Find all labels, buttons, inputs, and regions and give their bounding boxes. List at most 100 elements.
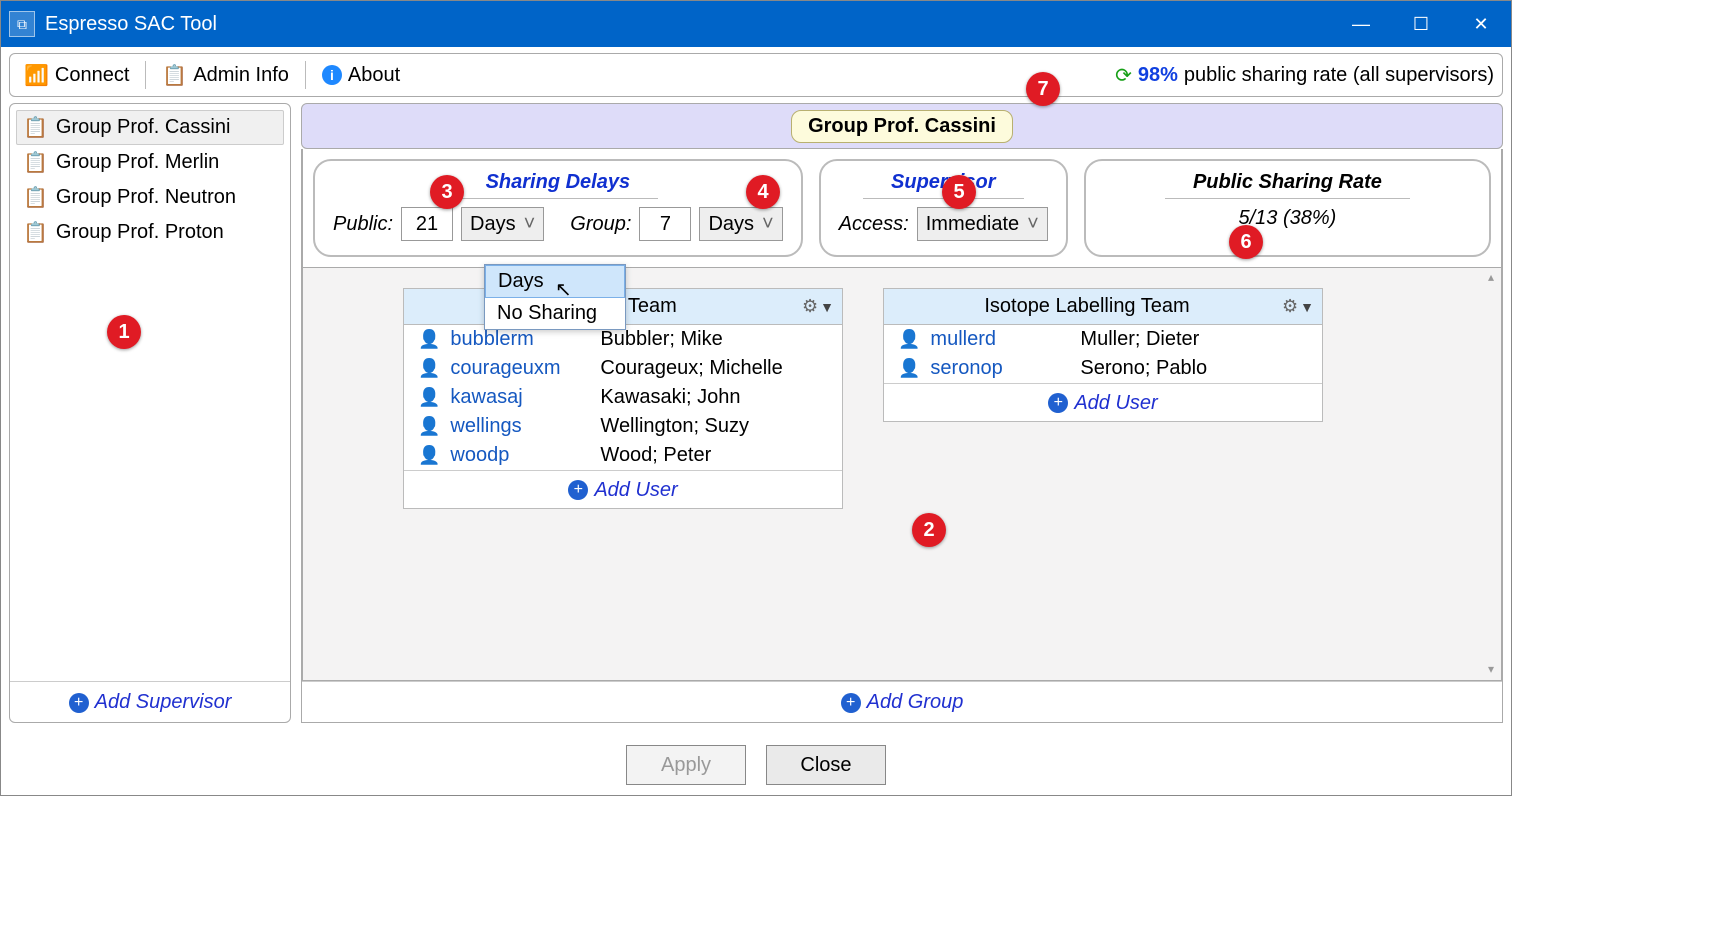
callout-1: 1	[107, 315, 141, 349]
user-row[interactable]: 👤kawasajKawasaki; John	[404, 383, 842, 412]
supervisor-list: 📋 Group Prof. Cassini 📋 Group Prof. Merl…	[10, 104, 290, 681]
sharing-delays-legend: Sharing Delays	[458, 171, 659, 199]
sidebar-item-merlin[interactable]: 📋 Group Prof. Merlin	[16, 145, 284, 180]
access-label: Access:	[839, 213, 909, 236]
sidebar-item-neutron[interactable]: 📋 Group Prof. Neutron	[16, 180, 284, 215]
scroll-up-icon[interactable]: ▴	[1483, 270, 1499, 286]
team-footer: + Add User	[884, 383, 1322, 421]
user-icon: 👤	[418, 387, 440, 408]
plus-icon: +	[841, 693, 861, 713]
callout-6: 6	[1229, 225, 1263, 259]
clipboard-icon: 📋	[162, 63, 187, 88]
user-full: Muller; Dieter	[1080, 328, 1199, 351]
dialog-buttons: Apply Close	[1, 731, 1511, 795]
add-user-button[interactable]: + Add User	[1048, 392, 1157, 415]
supervisor-fieldset: Supervisor Access: Immediate	[819, 159, 1068, 257]
public-delay-input[interactable]	[401, 207, 453, 241]
maximize-button[interactable]: ☐	[1391, 1, 1451, 47]
admin-label: Admin Info	[193, 64, 289, 87]
apply-button[interactable]: Apply	[626, 745, 746, 785]
sidebar-item-proton[interactable]: 📋 Group Prof. Proton	[16, 215, 284, 250]
app-window: ⧉ Espresso SAC Tool — ☐ ✕ 📶 Connect 📋 Ad…	[0, 0, 1512, 796]
teams-area: Research Team ⚙ ▼ 👤bubblermBubbler; Mike…	[302, 267, 1502, 681]
refresh-icon[interactable]: ⟳	[1115, 63, 1132, 88]
callout-2: 2	[912, 513, 946, 547]
sharing-rate-pct: 98%	[1138, 64, 1178, 87]
group-label: Group:	[570, 213, 631, 236]
public-label: Public:	[333, 213, 393, 236]
gear-icon[interactable]: ⚙	[1282, 296, 1298, 317]
access-value: Immediate	[926, 213, 1019, 236]
group-delay-input[interactable]	[639, 207, 691, 241]
separator	[305, 61, 306, 89]
admin-info-button[interactable]: 📋 Admin Info	[156, 61, 295, 90]
group-unit-combo[interactable]: Days	[699, 207, 782, 241]
about-button[interactable]: i About	[316, 62, 406, 89]
connect-button[interactable]: 📶 Connect	[18, 61, 135, 90]
connect-label: Connect	[55, 64, 130, 87]
sharing-delays-fieldset: Sharing Delays Public: Days Group: Days	[313, 159, 803, 257]
team-header: Isotope Labelling Team ⚙ ▼	[884, 289, 1322, 325]
app-title: Espresso SAC Tool	[45, 13, 1331, 36]
user-id: woodp	[450, 444, 590, 467]
user-icon: 👤	[898, 358, 920, 379]
user-id: wellings	[450, 415, 590, 438]
user-icon: 👤	[418, 358, 440, 379]
user-row[interactable]: 👤 mullerd Muller; Dieter	[884, 325, 1322, 354]
add-user-button[interactable]: +Add User	[568, 479, 677, 502]
scrollbar[interactable]: ▴▾	[1483, 270, 1499, 678]
about-label: About	[348, 64, 400, 87]
dropdown-option-days[interactable]: Days	[485, 265, 625, 298]
add-user-label: Add User	[594, 479, 677, 502]
user-row[interactable]: 👤woodpWood; Peter	[404, 441, 842, 470]
user-id: courageuxm	[450, 357, 590, 380]
add-group-button[interactable]: + Add Group	[841, 691, 964, 714]
access-combo[interactable]: Immediate	[917, 207, 1048, 241]
scroll-down-icon[interactable]: ▾	[1483, 662, 1499, 678]
dropdown-option-nosharing[interactable]: No Sharing	[485, 298, 625, 329]
user-full: Serono; Pablo	[1080, 357, 1207, 380]
team-card-isotope: Isotope Labelling Team ⚙ ▼ 👤 mullerd Mulle…	[883, 288, 1323, 422]
user-full: Wood; Peter	[600, 444, 711, 467]
sidebar-footer: + Add Supervisor	[10, 681, 290, 723]
team-footer: +Add User	[404, 470, 842, 508]
sharing-rate-text: public sharing rate (all supervisors)	[1184, 64, 1494, 87]
user-id: mullerd	[930, 328, 1070, 351]
group-unit-label: Days	[708, 213, 754, 236]
psr-legend: Public Sharing Rate	[1165, 171, 1410, 199]
sidebar-item-label: Group Prof. Proton	[56, 221, 224, 244]
sidebar-item-label: Group Prof. Neutron	[56, 186, 236, 209]
user-full: Courageux; Michelle	[600, 357, 782, 380]
user-id: seronop	[930, 357, 1070, 380]
close-window-button[interactable]: ✕	[1451, 1, 1511, 47]
user-icon: 👤	[898, 329, 920, 350]
toolbar: 📶 Connect 📋 Admin Info i About ⟳ 98% pub…	[9, 53, 1503, 97]
app-icon: ⧉	[9, 11, 35, 37]
user-full: Wellington; Suzy	[600, 415, 749, 438]
chevron-down-icon[interactable]: ▼	[820, 299, 834, 315]
add-user-label: Add User	[1074, 392, 1157, 415]
add-group-label: Add Group	[867, 691, 964, 714]
chevron-down-icon[interactable]: ▼	[1300, 299, 1314, 315]
callout-7: 7	[1026, 72, 1060, 106]
unit-dropdown-popup: Days No Sharing	[484, 264, 626, 330]
plus-icon: +	[1048, 393, 1068, 413]
info-icon: i	[322, 65, 342, 85]
public-unit-combo[interactable]: Days	[461, 207, 544, 241]
title-bar: ⧉ Espresso SAC Tool — ☐ ✕	[1, 1, 1511, 47]
minimize-button[interactable]: —	[1331, 1, 1391, 47]
main-footer: + Add Group	[302, 681, 1502, 723]
close-button[interactable]: Close	[766, 745, 886, 785]
user-row[interactable]: 👤 wellings Wellington; Suzy	[404, 412, 842, 441]
user-id: bubblerm	[450, 328, 590, 351]
gear-icon[interactable]: ⚙	[802, 296, 818, 317]
group-title: Group Prof. Cassini	[791, 110, 1013, 143]
user-icon: 👤	[418, 416, 440, 437]
user-row[interactable]: 👤 seronop Serono; Pablo	[884, 354, 1322, 383]
sidebar-item-cassini[interactable]: 📋 Group Prof. Cassini	[16, 110, 284, 145]
add-supervisor-button[interactable]: + Add Supervisor	[69, 691, 232, 714]
sidebar-item-label: Group Prof. Merlin	[56, 151, 219, 174]
public-unit-label: Days	[470, 213, 516, 236]
connect-icon: 📶	[24, 63, 49, 88]
user-row[interactable]: 👤 courageuxm Courageux; Michelle	[404, 354, 842, 383]
